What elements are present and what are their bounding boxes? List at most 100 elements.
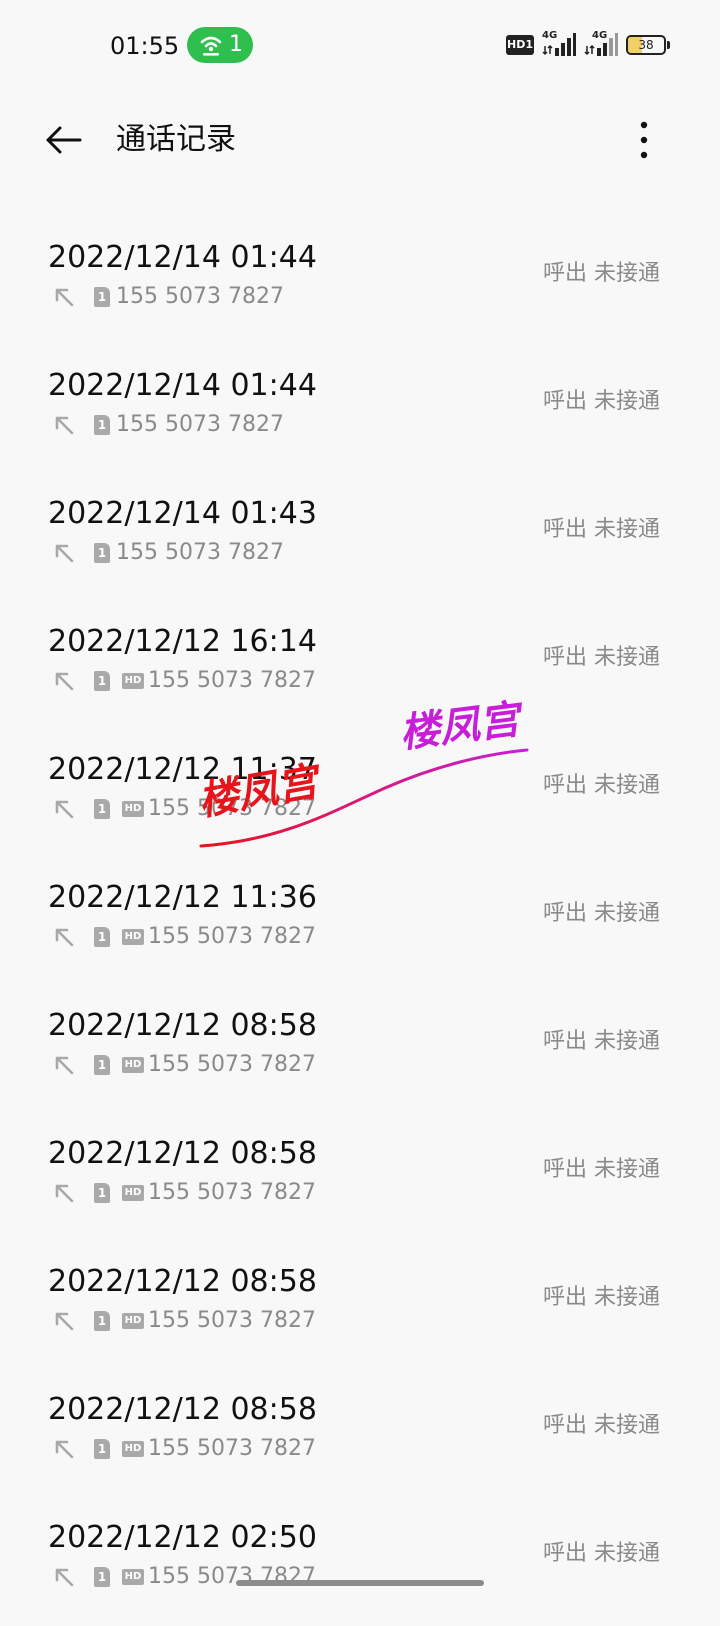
call-log-item[interactable]: 2022/12/12 08:58 1 HD 155 5073 7827 呼出 未接通 [0,986,720,1114]
network-type-1: 4G [542,30,558,41]
outgoing-call-icon [55,1440,74,1459]
outgoing-call-icon [55,416,74,435]
call-log-item[interactable]: 2022/12/12 02:50 1 HD 155 5073 7827 呼出 未接通 [0,1498,720,1626]
outgoing-call-icon [55,1568,74,1587]
call-log-item[interactable]: 2022/12/12 08:58 1 HD 155 5073 7827 呼出 未接通 [0,1242,720,1370]
call-log-item[interactable]: 2022/12/12 08:58 1 HD 155 5073 7827 呼出 未接通 [0,1370,720,1498]
call-log-item[interactable]: 2022/12/14 01:44 1 155 5073 7827 呼出 未接通 [0,218,720,346]
call-datetime: 2022/12/12 11:37 [48,752,317,787]
call-number: 155 5073 7827 [148,1052,316,1077]
call-log-item[interactable]: 2022/12/12 08:58 1 HD 155 5073 7827 呼出 未接通 [0,1114,720,1242]
call-number: 155 5073 7827 [148,924,316,949]
battery-level: 38 [638,38,654,52]
call-number: 155 5073 7827 [148,1564,316,1589]
outgoing-call-icon [55,1056,74,1075]
arrow-left-icon [46,126,82,154]
call-status: 呼出 未接通 [543,645,660,670]
call-log-item[interactable]: 2022/12/12 16:14 1 HD 155 5073 7827 呼出 未接通 [0,602,720,730]
app-bar: 通话记录 [0,92,720,192]
call-meta: 1 HD 155 5073 7827 [52,1050,316,1080]
call-meta: 1 HD 155 5073 7827 [52,1434,316,1464]
signal-icon-sim2: 4G [584,30,618,58]
call-meta: 1 HD 155 5073 7827 [52,922,316,952]
status-time: 01:55 [110,32,180,60]
outgoing-call-icon [55,288,74,307]
call-datetime: 2022/12/12 02:50 [48,1520,317,1555]
call-datetime: 2022/12/12 08:58 [48,1264,317,1299]
call-status: 呼出 未接通 [543,1541,660,1566]
call-datetime: 2022/12/12 11:36 [48,880,317,915]
sim-card-icon: 1 [94,799,110,819]
hd-voice-icon: HD1 [506,35,534,55]
call-meta: 1 HD 155 5073 7827 [52,1178,316,1208]
call-datetime: 2022/12/12 08:58 [48,1136,317,1171]
call-number: 155 5073 7827 [116,412,284,437]
hotspot-indicator[interactable]: 1 [187,27,253,63]
call-datetime: 2022/12/12 08:58 [48,1392,317,1427]
hd-call-icon: HD [122,1569,144,1585]
outgoing-call-icon [55,928,74,947]
call-number: 155 5073 7827 [116,540,284,565]
hotspot-count: 1 [229,32,243,57]
hd-call-icon: HD [122,801,144,817]
call-meta: 1 HD 155 5073 7827 [52,666,316,696]
hd-call-icon: HD [122,1313,144,1329]
hotspot-icon [200,36,222,56]
sim-card-icon: 1 [94,543,110,563]
hd-call-icon: HD [122,673,144,689]
call-number: 155 5073 7827 [148,796,316,821]
home-indicator[interactable] [236,1580,484,1586]
call-number: 155 5073 7827 [148,1436,316,1461]
call-status: 呼出 未接通 [543,389,660,414]
outgoing-call-icon [55,544,74,563]
call-datetime: 2022/12/12 16:14 [48,624,317,659]
outgoing-call-icon [55,1184,74,1203]
call-log-item[interactable]: 2022/12/12 11:36 1 HD 155 5073 7827 呼出 未接通 [0,858,720,986]
call-log-item[interactable]: 2022/12/14 01:44 1 155 5073 7827 呼出 未接通 [0,346,720,474]
outgoing-call-icon [55,1312,74,1331]
outgoing-call-icon [55,672,74,691]
more-vertical-icon [640,121,648,159]
sim-card-icon: 1 [94,1439,110,1459]
signal-icon-sim1: 4G [542,30,576,58]
call-datetime: 2022/12/14 01:43 [48,496,317,531]
call-status: 呼出 未接通 [543,1029,660,1054]
sim-card-icon: 1 [94,1183,110,1203]
page-title: 通话记录 [116,122,236,157]
status-icons: HD1 4G 4G 38 [506,30,670,60]
hd-call-icon: HD [122,1185,144,1201]
call-status: 呼出 未接通 [543,1157,660,1182]
hd-call-icon: HD [122,929,144,945]
battery-icon: 38 [626,35,666,55]
call-status: 呼出 未接通 [543,517,660,542]
call-meta: 1 155 5073 7827 [52,282,284,312]
call-datetime: 2022/12/12 08:58 [48,1008,317,1043]
hd-call-icon: HD [122,1441,144,1457]
call-status: 呼出 未接通 [543,901,660,926]
call-datetime: 2022/12/14 01:44 [48,240,317,275]
call-meta: 1 HD 155 5073 7827 [52,794,316,824]
sim-card-icon: 1 [94,1055,110,1075]
call-log-item[interactable]: 2022/12/12 11:37 1 HD 155 5073 7827 呼出 未接通 [0,730,720,858]
sim-card-icon: 1 [94,287,110,307]
sim-card-icon: 1 [94,1567,110,1587]
more-options-button[interactable] [636,120,676,160]
sim-card-icon: 1 [94,415,110,435]
call-log-item[interactable]: 2022/12/14 01:43 1 155 5073 7827 呼出 未接通 [0,474,720,602]
call-number: 155 5073 7827 [148,1308,316,1333]
outgoing-call-icon [55,800,74,819]
back-button[interactable] [40,116,88,164]
sim-card-icon: 1 [94,1311,110,1331]
network-type-2: 4G [592,30,608,41]
call-number: 155 5073 7827 [116,284,284,309]
status-bar: 01:55 1 HD1 4G 4G 38 [0,0,720,92]
sim-card-icon: 1 [94,927,110,947]
call-number: 155 5073 7827 [148,668,316,693]
call-status: 呼出 未接通 [543,1285,660,1310]
call-status: 呼出 未接通 [543,261,660,286]
hd-call-icon: HD [122,1057,144,1073]
call-meta: 1 HD 155 5073 7827 [52,1306,316,1336]
sim-card-icon: 1 [94,671,110,691]
call-status: 呼出 未接通 [543,1413,660,1438]
call-datetime: 2022/12/14 01:44 [48,368,317,403]
